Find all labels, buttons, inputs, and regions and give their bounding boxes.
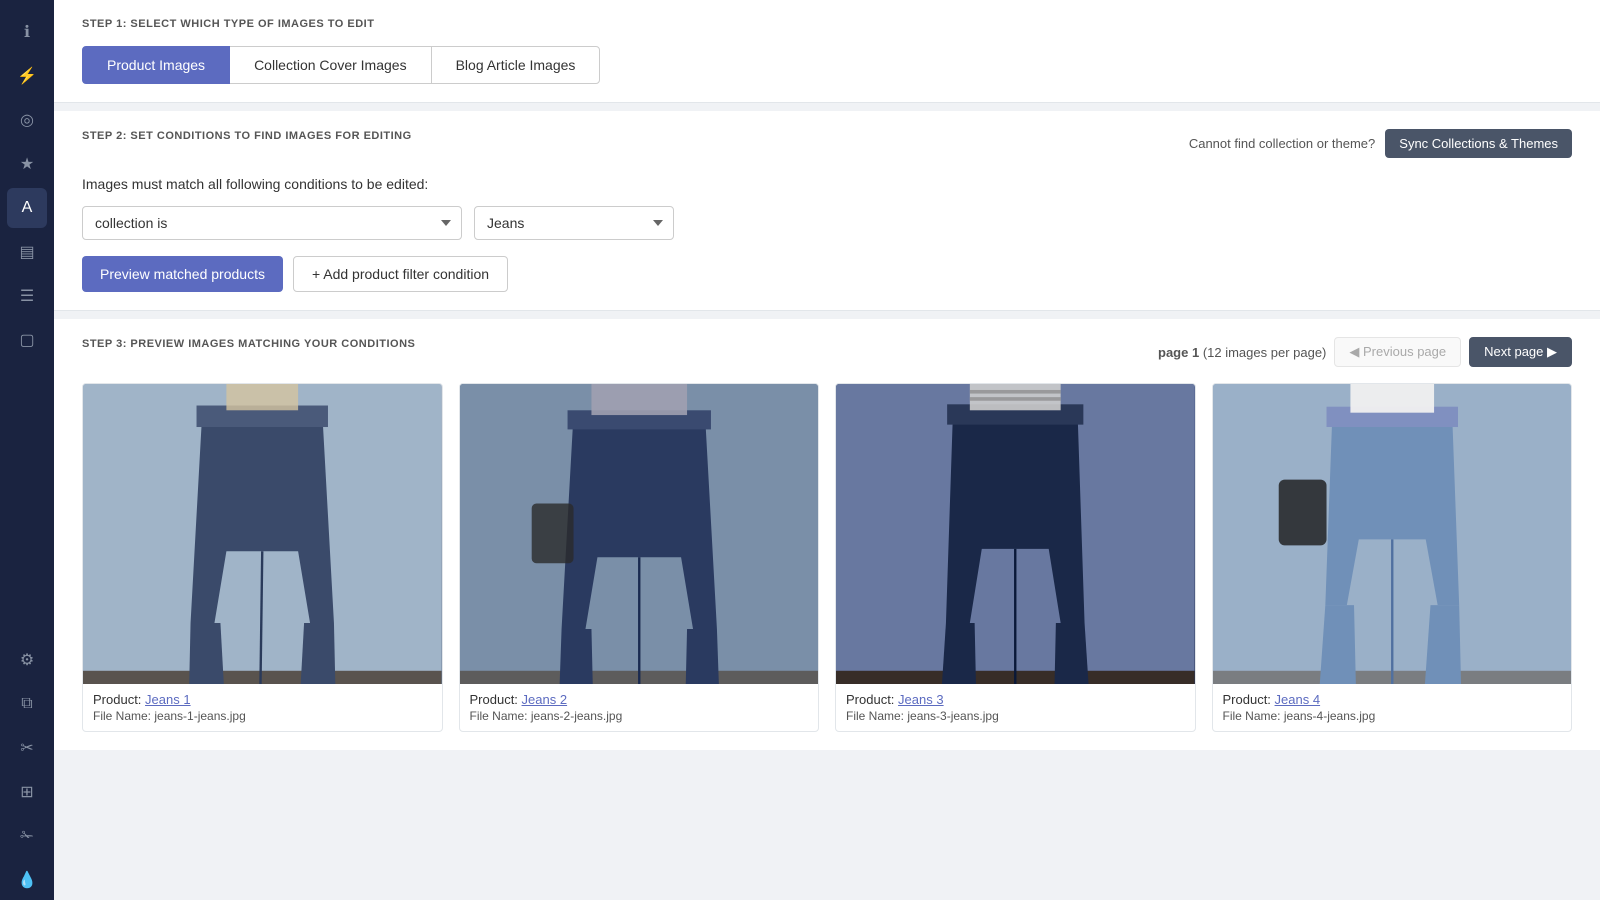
add-filter-button[interactable]: + Add product filter condition <box>293 256 508 292</box>
product-image-3 <box>836 384 1195 684</box>
flash-icon[interactable]: ⚡ <box>7 56 47 96</box>
crop-icon[interactable]: ✂ <box>7 728 47 768</box>
filename-4: File Name: jeans-4-jeans.jpg <box>1223 709 1562 723</box>
drop-icon[interactable]: 💧 <box>7 860 47 900</box>
product-info-2: Product: Jeans 2 File Name: jeans-2-jean… <box>460 684 819 731</box>
step2-label: STEP 2: SET CONDITIONS TO FIND IMAGES FO… <box>82 130 412 142</box>
product-info-1: Product: Jeans 1 File Name: jeans-1-jean… <box>83 684 442 731</box>
pagination-info: page 1 (12 images per page) ◀ Previous p… <box>1158 337 1572 367</box>
tab-product-images[interactable]: Product Images <box>82 46 230 84</box>
tab-blog-images[interactable]: Blog Article Images <box>431 46 601 84</box>
prev-page-button[interactable]: ◀ Previous page <box>1334 337 1461 367</box>
product-info-4: Product: Jeans 4 File Name: jeans-4-jean… <box>1213 684 1572 731</box>
step3-label: STEP 3: PREVIEW IMAGES MATCHING YOUR CON… <box>82 338 415 350</box>
sync-collections-button[interactable]: Sync Collections & Themes <box>1385 129 1572 158</box>
product-grid: Product: Jeans 1 File Name: jeans-1-jean… <box>82 383 1572 732</box>
info-icon[interactable]: ℹ <box>7 12 47 52</box>
action-buttons: Preview matched products + Add product f… <box>82 256 1572 292</box>
product-label-2: Product: Jeans 2 <box>470 692 809 707</box>
jeans-svg-4 <box>1213 384 1572 684</box>
value-select[interactable]: Jeans <box>474 206 674 240</box>
product-card-1: Product: Jeans 1 File Name: jeans-1-jean… <box>82 383 443 732</box>
step3-header: STEP 3: PREVIEW IMAGES MATCHING YOUR CON… <box>82 337 1572 367</box>
list-icon[interactable]: ☰ <box>7 276 47 316</box>
jeans-svg-2 <box>460 384 819 684</box>
product-link-4[interactable]: Jeans 4 <box>1275 692 1321 707</box>
sync-hint-text: Cannot find collection or theme? <box>1189 136 1375 151</box>
product-label-4: Product: Jeans 4 <box>1223 692 1562 707</box>
text-icon[interactable]: A <box>7 188 47 228</box>
image-type-tabs: Product Images Collection Cover Images B… <box>82 46 1572 84</box>
filter-icon[interactable]: ⧉ <box>7 684 47 724</box>
document-icon[interactable]: ▤ <box>7 232 47 272</box>
resize-icon[interactable]: ⊞ <box>7 772 47 812</box>
product-link-3[interactable]: Jeans 3 <box>898 692 944 707</box>
main-content: STEP 1: SELECT WHICH TYPE OF IMAGES TO E… <box>54 0 1600 900</box>
step1-section: STEP 1: SELECT WHICH TYPE OF IMAGES TO E… <box>54 0 1600 103</box>
product-card-2: Product: Jeans 2 File Name: jeans-2-jean… <box>459 383 820 732</box>
filename-3: File Name: jeans-3-jeans.jpg <box>846 709 1185 723</box>
condition-select[interactable]: collection is <box>82 206 462 240</box>
tab-collection-images[interactable]: Collection Cover Images <box>229 46 432 84</box>
product-card-3: Product: Jeans 3 File Name: jeans-3-jean… <box>835 383 1196 732</box>
product-link-2[interactable]: Jeans 2 <box>522 692 568 707</box>
tools-icon[interactable]: ⚙ <box>7 640 47 680</box>
step2-header: STEP 2: SET CONDITIONS TO FIND IMAGES FO… <box>82 129 1572 158</box>
jeans-svg-1 <box>83 384 442 684</box>
preview-matched-button[interactable]: Preview matched products <box>82 256 283 292</box>
step3-section: STEP 3: PREVIEW IMAGES MATCHING YOUR CON… <box>54 319 1600 750</box>
star-icon[interactable]: ★ <box>7 144 47 184</box>
step2-section: STEP 2: SET CONDITIONS TO FIND IMAGES FO… <box>54 111 1600 311</box>
clock-icon[interactable]: ◎ <box>7 100 47 140</box>
page-number: page 1 (12 images per page) <box>1158 345 1326 360</box>
page-icon[interactable]: ▢ <box>7 320 47 360</box>
filename-2: File Name: jeans-2-jeans.jpg <box>470 709 809 723</box>
product-card-4: Product: Jeans 4 File Name: jeans-4-jean… <box>1212 383 1573 732</box>
product-info-3: Product: Jeans 3 File Name: jeans-3-jean… <box>836 684 1195 731</box>
product-link-1[interactable]: Jeans 1 <box>145 692 191 707</box>
cut-icon[interactable]: ✁ <box>7 816 47 856</box>
filter-row: collection is Jeans <box>82 206 1572 240</box>
step1-label: STEP 1: SELECT WHICH TYPE OF IMAGES TO E… <box>82 18 1572 30</box>
product-label-3: Product: Jeans 3 <box>846 692 1185 707</box>
product-label-1: Product: Jeans 1 <box>93 692 432 707</box>
sync-hint-area: Cannot find collection or theme? Sync Co… <box>1189 129 1572 158</box>
next-page-button[interactable]: Next page ▶ <box>1469 337 1572 367</box>
sidebar: ℹ ⚡ ◎ ★ A ▤ ☰ ▢ ⚙ ⧉ ✂ ⊞ ✁ 💧 <box>0 0 54 900</box>
conditions-description: Images must match all following conditio… <box>82 176 1572 192</box>
product-image-1 <box>83 384 442 684</box>
filename-1: File Name: jeans-1-jeans.jpg <box>93 709 432 723</box>
product-image-4 <box>1213 384 1572 684</box>
product-image-2 <box>460 384 819 684</box>
jeans-svg-3 <box>836 384 1195 684</box>
